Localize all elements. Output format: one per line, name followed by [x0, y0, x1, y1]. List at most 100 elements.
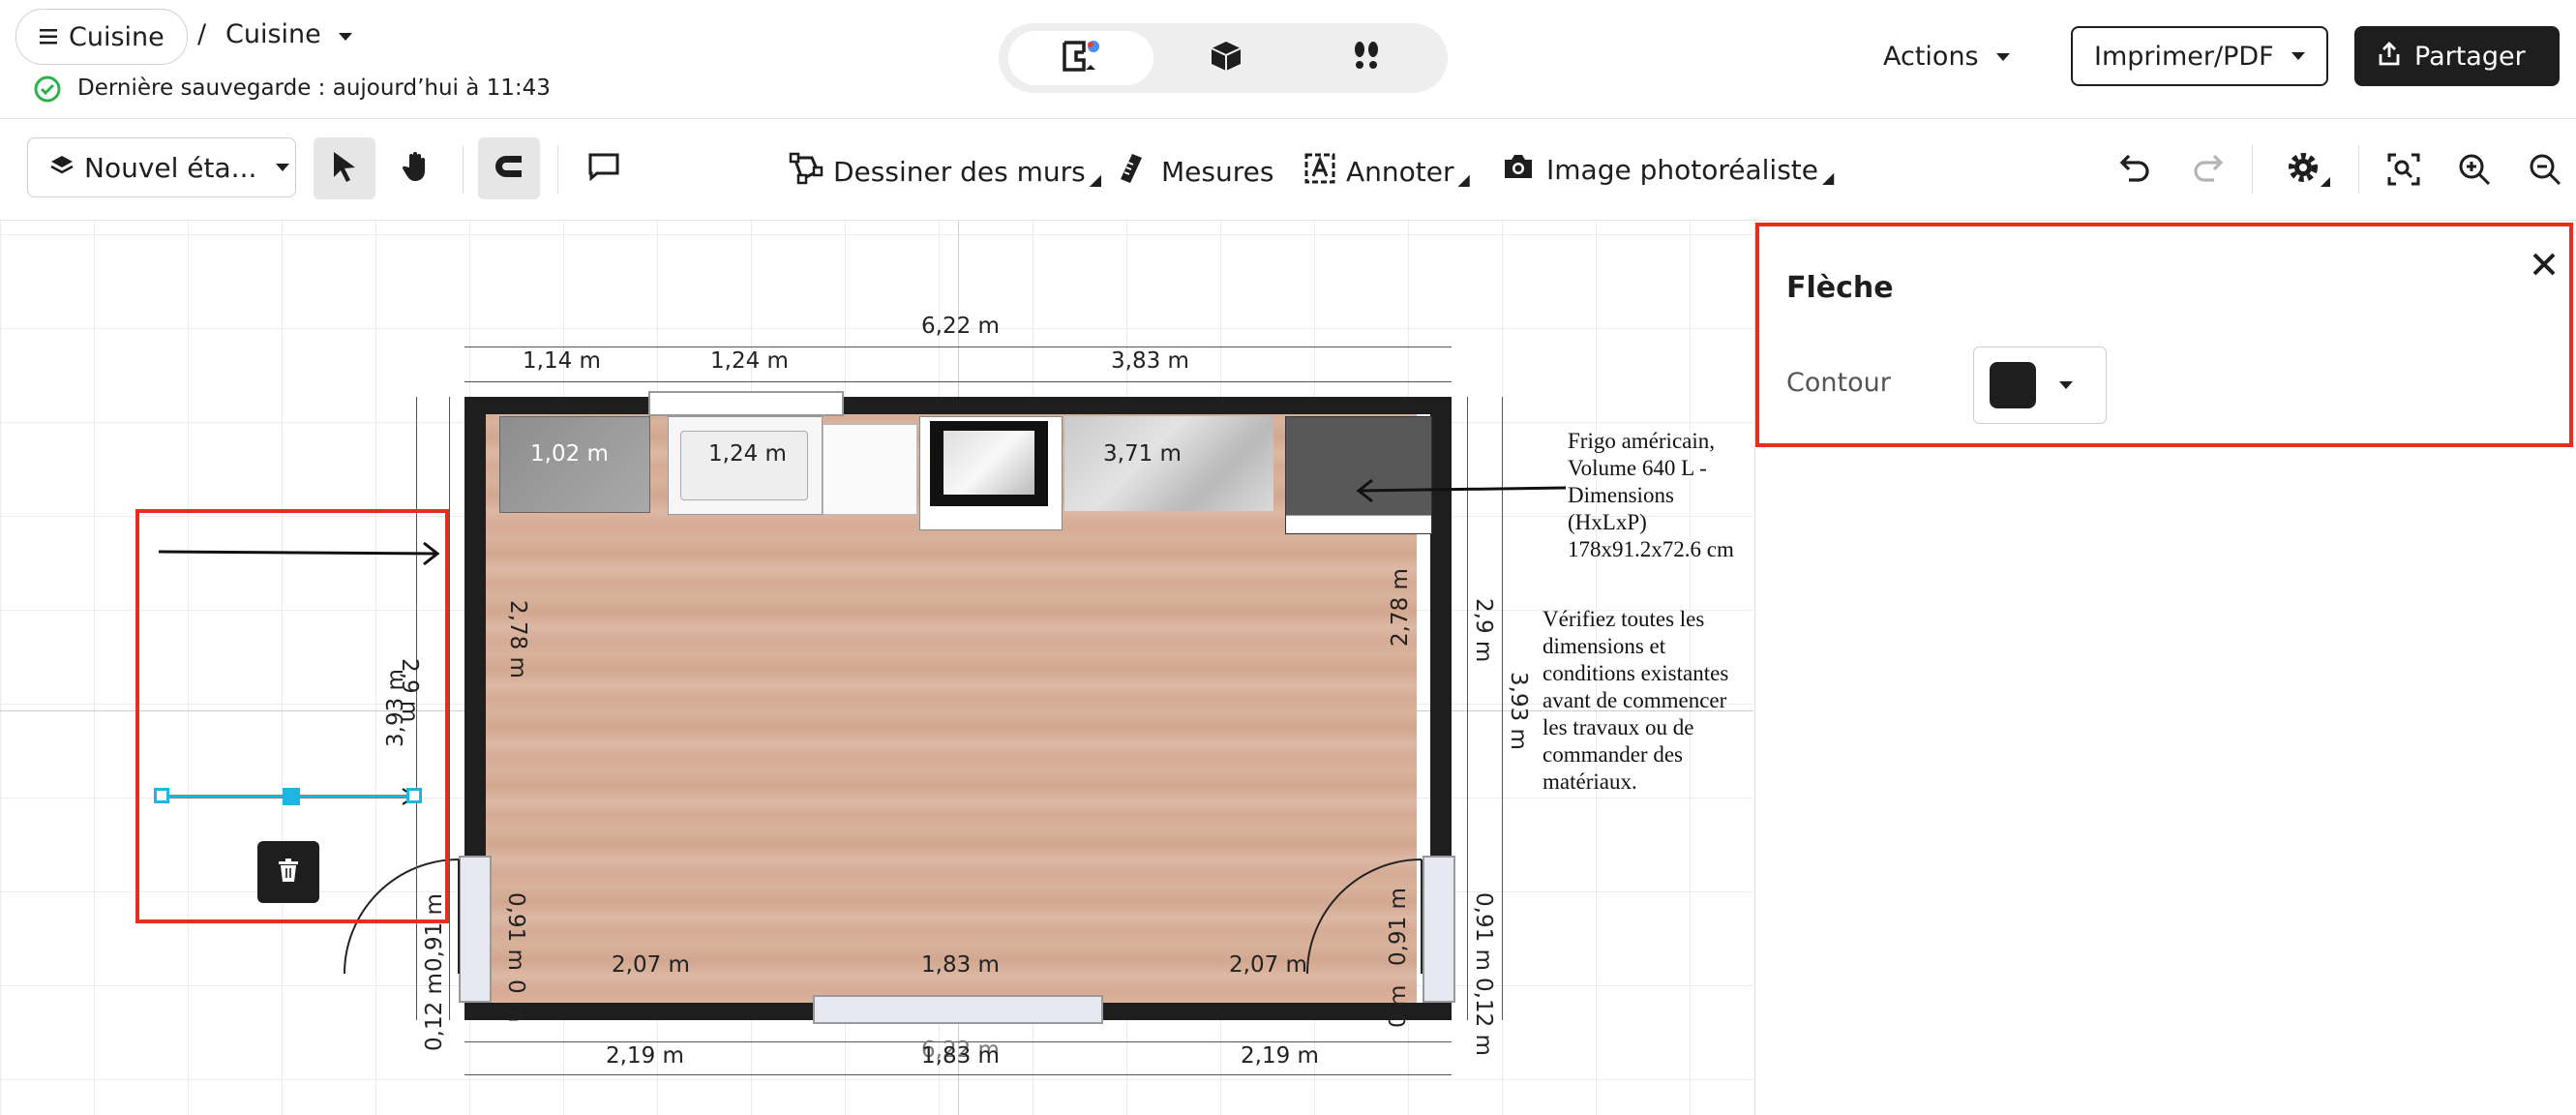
- camera-icon: [1502, 152, 1535, 188]
- chevron-down-icon[interactable]: [1996, 53, 2010, 61]
- magnet-tool-button[interactable]: [478, 137, 540, 199]
- measures-label: Mesures: [1161, 156, 1274, 188]
- share-button[interactable]: Partager: [2354, 26, 2560, 86]
- print-label: Imprimer/PDF: [2094, 41, 2274, 72]
- cube-icon: [1209, 39, 1243, 77]
- share-icon: [2378, 42, 2401, 71]
- divider: [2358, 145, 2359, 194]
- fridge-note-line: 178x91.2x72.6 cm: [1568, 537, 1734, 561]
- annotate-button[interactable]: Annoter ◢: [1303, 152, 1470, 192]
- dim-right-inner: 2,78 m: [1388, 568, 1413, 647]
- corner-triangle-icon: ◢: [1457, 170, 1470, 189]
- contour-color-picker[interactable]: [1973, 347, 2107, 424]
- hamburger-icon: [40, 22, 61, 52]
- actions-menu[interactable]: Actions: [1883, 42, 1979, 72]
- divider: [557, 145, 558, 194]
- dim-bottom-inner-b: 1,83 m: [921, 952, 1000, 978]
- contour-label: Contour: [1786, 368, 1891, 398]
- fridge[interactable]: [1285, 416, 1432, 534]
- save-check-icon: [33, 75, 62, 107]
- dim-right-small: 0,12 m: [1471, 978, 1496, 1056]
- measures-button[interactable]: Mesures: [1119, 152, 1273, 192]
- pan-tool-button[interactable]: [385, 137, 447, 199]
- zoom-in-button[interactable]: [2457, 152, 2492, 191]
- corner-triangle-icon: ◢: [1089, 170, 1102, 189]
- draw-walls-button[interactable]: Dessiner des murs ◢: [789, 152, 1101, 192]
- redo-button[interactable]: [2191, 152, 2224, 187]
- app-header: Cuisine / Cuisine Dernière sauvegarde : …: [0, 0, 2576, 119]
- window-top[interactable]: [648, 391, 844, 416]
- fridge-note[interactable]: Frigo américain, Volume 640 L - Dimensio…: [1568, 428, 1753, 563]
- panel-title: Flèche: [1786, 271, 1894, 305]
- view-mode-switch: [999, 23, 1448, 93]
- hand-icon: [402, 150, 431, 187]
- project-name[interactable]: Cuisine: [225, 19, 321, 49]
- layers-icon: [49, 154, 75, 181]
- breadcrumb-separator: /: [197, 19, 207, 49]
- check-note[interactable]: Vérifiez toutes les dimensions et condit…: [1543, 606, 1728, 796]
- ruler-icon: [1119, 152, 1144, 192]
- view-walk-button[interactable]: [1299, 31, 1434, 85]
- comment-button[interactable]: [573, 137, 635, 199]
- properties-panel: Flèche Contour: [1754, 221, 2576, 1115]
- floor-selector[interactable]: Nouvel éta...: [27, 137, 296, 197]
- print-pdf-button[interactable]: Imprimer/PDF: [2071, 26, 2328, 86]
- divider: [2252, 145, 2253, 194]
- chevron-down-icon: [276, 164, 290, 171]
- undo-button[interactable]: [2119, 152, 2152, 187]
- chevron-down-icon: [2059, 381, 2073, 389]
- chevron-down-icon[interactable]: [339, 33, 352, 41]
- dim-right-mid: 2,9 m: [1471, 598, 1496, 663]
- fridge-note-line: Volume 640 L -: [1568, 456, 1707, 480]
- zoom-fit-button[interactable]: [2386, 152, 2421, 191]
- save-status: Dernière sauvegarde : aujourd’hui à 11:4…: [77, 75, 551, 101]
- dim-left-small: 0,12 m: [422, 973, 447, 1051]
- redo-icon: [2191, 154, 2224, 187]
- comment-icon: [587, 152, 620, 185]
- floor-plan-canvas[interactable]: 6,22 m 1,14 m 1,24 m 3,83 m 1,02 m 1,24 …: [0, 221, 1753, 1115]
- editor-toolbar: Nouvel éta... Dessiner des murs ◢ Mesure…: [0, 119, 2576, 221]
- chevron-down-icon: [2291, 52, 2305, 60]
- dim-top-c: 3,83 m: [1111, 348, 1189, 374]
- close-icon[interactable]: [2530, 250, 2559, 283]
- dim-top-total: 6,22 m: [921, 314, 1000, 339]
- dim-top-a: 1,14 m: [523, 348, 601, 374]
- highlight-box-canvas: [135, 509, 449, 923]
- settings-button[interactable]: [2284, 148, 2334, 195]
- gear-icon: [2284, 153, 2334, 195]
- photoreal-image-button[interactable]: Image photoréaliste ◢: [1502, 152, 1834, 188]
- dim-bottom-b: 1,83 m: [921, 1043, 1000, 1069]
- dim-left-inner: 2,78 m: [505, 600, 530, 678]
- dim-bottom-inner-a: 2,07 m: [612, 952, 690, 978]
- counter-white[interactable]: [823, 424, 917, 515]
- select-tool-button[interactable]: [314, 137, 375, 199]
- door-frame-right[interactable]: [1423, 856, 1455, 1003]
- view-2d-button[interactable]: [1008, 31, 1153, 85]
- dim-bottom-a: 2,19 m: [606, 1043, 684, 1069]
- share-label: Partager: [2414, 41, 2526, 72]
- menu-label: Cuisine: [69, 21, 165, 52]
- floor-label: Nouvel éta...: [84, 151, 257, 184]
- dim-line-top: [464, 381, 1452, 382]
- cursor-arrow-icon: [330, 150, 359, 187]
- dim-bottom-inner-c: 2,07 m: [1229, 952, 1307, 978]
- check-note-line: commander des: [1543, 742, 1683, 767]
- dim-line-bottom-total: [464, 1074, 1452, 1075]
- contour-color-swatch: [1990, 362, 2036, 408]
- fridge-arrow[interactable]: [1351, 476, 1573, 505]
- wall-top[interactable]: [464, 397, 1452, 414]
- menu-button[interactable]: Cuisine: [15, 9, 188, 65]
- dim-right-door-in: 0,91 m: [1386, 888, 1411, 966]
- window-bottom[interactable]: [813, 995, 1103, 1024]
- draw-walls-label: Dessiner des murs: [833, 156, 1086, 188]
- zoom-out-button[interactable]: [2528, 152, 2562, 191]
- zoom-in-icon: [2457, 154, 2492, 191]
- dim-top-b: 1,24 m: [710, 348, 789, 374]
- cooktop-hood[interactable]: [919, 416, 1063, 530]
- dim-bottom-c: 2,19 m: [1241, 1043, 1319, 1069]
- check-note-line: avant de commencer: [1543, 688, 1727, 712]
- view-3d-button[interactable]: [1163, 31, 1289, 85]
- fridge-note-line: Frigo américain,: [1568, 429, 1716, 453]
- corner-triangle-icon: ◢: [1821, 168, 1835, 187]
- fridge-note-line: Dimensions (HxLxP): [1568, 483, 1674, 534]
